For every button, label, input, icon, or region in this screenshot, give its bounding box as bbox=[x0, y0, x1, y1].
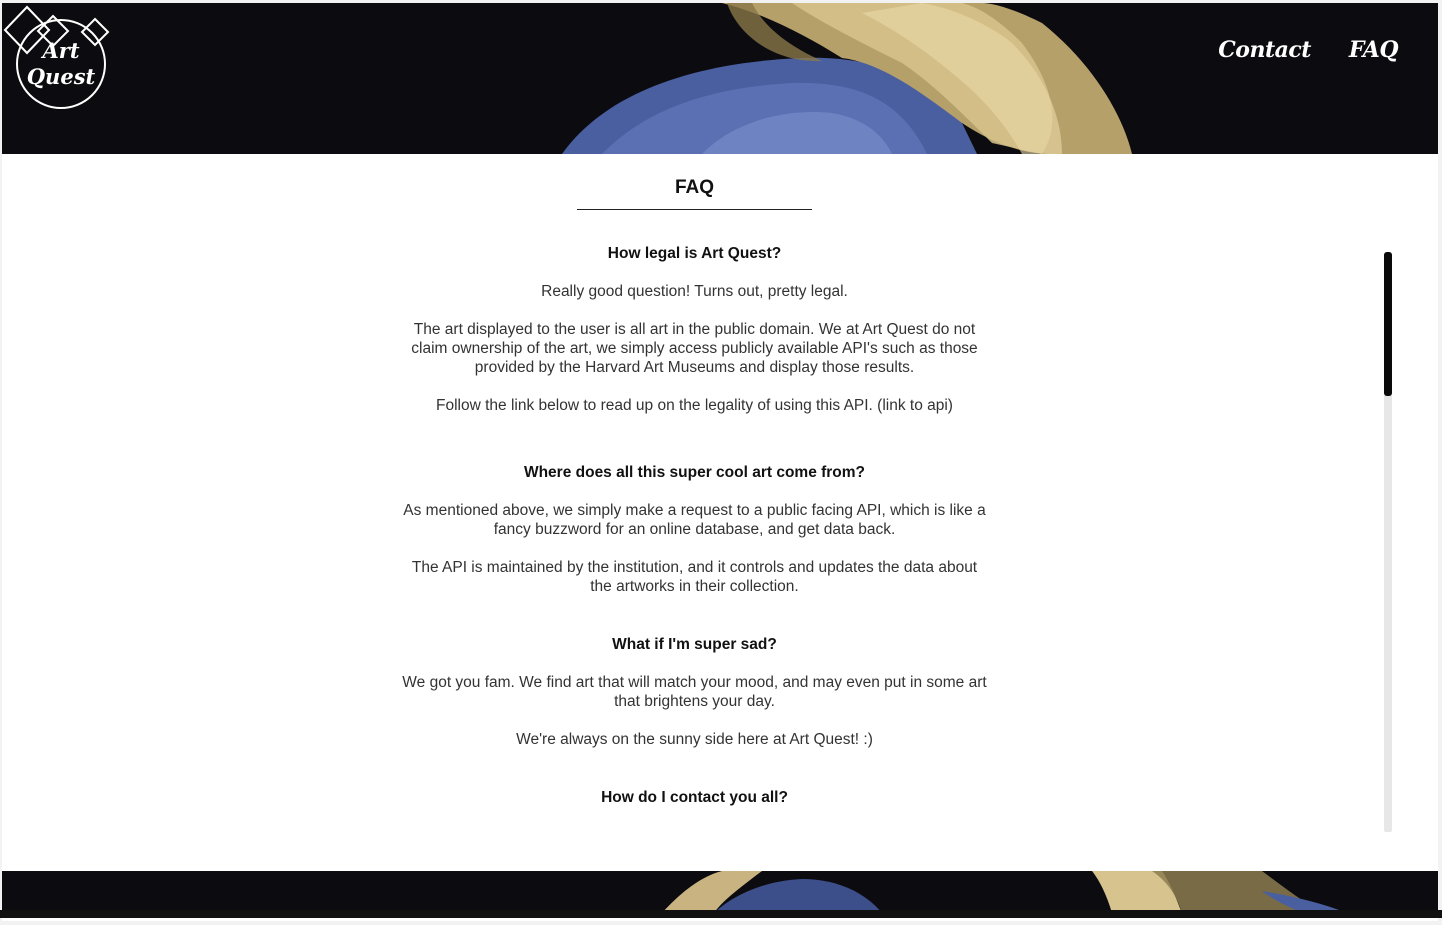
faq-question: How do I contact you all? bbox=[601, 789, 788, 806]
diamond-icon bbox=[36, 14, 70, 48]
faq-scroll-area[interactable]: How legal is Art Quest? Really good ques… bbox=[402, 244, 987, 824]
painting-background bbox=[2, 871, 1438, 913]
faq-answer: Really good question! Turns out, pretty … bbox=[541, 283, 848, 300]
logo-line-quest: Quest bbox=[26, 64, 96, 89]
faq-question: What if I'm super sad? bbox=[612, 636, 777, 653]
faq-answer: We're always on the sunny side here at A… bbox=[516, 731, 873, 748]
faq-answer: The art displayed to the user is all art… bbox=[411, 321, 978, 376]
faq-question: How legal is Art Quest? bbox=[607, 245, 782, 262]
faq-entry: Where does all this super cool art come … bbox=[402, 463, 987, 596]
faq-section: FAQ How legal is Art Quest? Really good … bbox=[2, 154, 1438, 871]
top-nav: Contact FAQ bbox=[1218, 37, 1398, 63]
faq-answer: Follow the link below to read up on the … bbox=[436, 397, 953, 414]
faq-answer: We got you fam. We find art that will ma… bbox=[402, 674, 987, 710]
faq-answer: As mentioned above, we simply make a req… bbox=[403, 502, 986, 538]
diamond-icon bbox=[80, 17, 110, 47]
faq-entry: How legal is Art Quest? Really good ques… bbox=[402, 244, 987, 415]
diamond-icon bbox=[3, 5, 51, 55]
painting-background bbox=[2, 3, 1438, 154]
faq-heading-divider bbox=[577, 209, 812, 210]
faq-entry: How do I contact you all? bbox=[402, 788, 987, 807]
bottom-edge bbox=[0, 910, 1442, 918]
diamond-icons bbox=[3, 5, 110, 55]
browser-viewport: Art Quest Contact FAQ FAQ How legal is A… bbox=[2, 3, 1438, 921]
faq-heading: FAQ bbox=[674, 177, 715, 198]
faq-entry: What if I'm super sad? We got you fam. W… bbox=[402, 635, 987, 749]
nav-contact-link[interactable]: Contact bbox=[1218, 37, 1311, 63]
footer-painting-banner bbox=[2, 871, 1438, 913]
faq-scrollbar[interactable] bbox=[1384, 252, 1392, 832]
header-painting-banner: Art Quest Contact FAQ bbox=[2, 3, 1438, 154]
faq-answer: The API is maintained by the institution… bbox=[411, 559, 978, 595]
page: Art Quest Contact FAQ FAQ How legal is A… bbox=[0, 0, 1442, 925]
faq-question: Where does all this super cool art come … bbox=[523, 464, 866, 481]
nav-faq-link[interactable]: FAQ bbox=[1349, 37, 1399, 63]
faq-scrollbar-thumb[interactable] bbox=[1384, 252, 1392, 396]
